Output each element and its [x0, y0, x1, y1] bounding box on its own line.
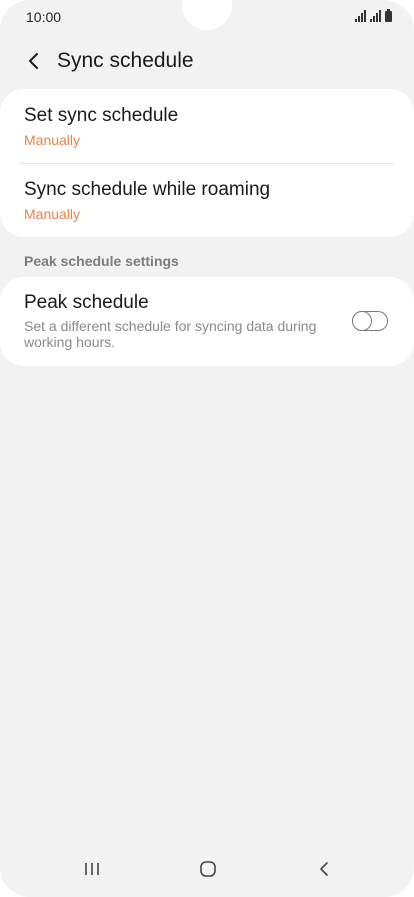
- peak-schedule-toggle[interactable]: [351, 310, 388, 331]
- sync-settings-card: Set sync schedule Manually Sync schedule…: [0, 89, 414, 237]
- divider: [20, 163, 394, 164]
- toggle-knob: [351, 310, 372, 331]
- set-sync-schedule-title: Set sync schedule: [24, 105, 179, 126]
- recents-icon: [85, 863, 99, 875]
- section-header-peak: Peak schedule settings: [24, 253, 179, 269]
- set-sync-schedule-item[interactable]: Set sync schedule Manually: [24, 104, 394, 150]
- peak-schedule-title: Peak schedule: [24, 292, 149, 313]
- nav-back-button[interactable]: [304, 851, 344, 887]
- peak-schedule-item[interactable]: Peak schedule Set a different schedule f…: [24, 291, 334, 350]
- recents-button[interactable]: [72, 851, 112, 887]
- status-bar: 10:00: [0, 0, 414, 34]
- back-icon: [320, 862, 328, 876]
- sync-schedule-roaming-item[interactable]: Sync schedule while roaming Manually: [24, 178, 394, 224]
- status-time: 10:00: [26, 9, 62, 25]
- chevron-left-icon: [29, 53, 38, 69]
- home-icon: [200, 861, 216, 877]
- back-button[interactable]: [20, 47, 48, 75]
- signal-icon: [355, 10, 366, 22]
- peak-schedule-card: Peak schedule Set a different schedule f…: [0, 277, 414, 366]
- phone-screen: 10:00 Sync schedule Set sync schedule Ma…: [0, 0, 414, 897]
- home-button[interactable]: [188, 851, 228, 887]
- peak-schedule-description: Set a different schedule for syncing dat…: [24, 318, 317, 350]
- navigation-bar: [0, 841, 414, 897]
- page-title: Sync schedule: [57, 49, 194, 72]
- sync-schedule-roaming-title: Sync schedule while roaming: [24, 179, 271, 200]
- app-header: Sync schedule: [0, 44, 414, 78]
- set-sync-schedule-value: Manually: [24, 132, 81, 148]
- battery-icon: [385, 9, 392, 22]
- signal-icon: [370, 10, 381, 22]
- sync-schedule-roaming-value: Manually: [24, 206, 81, 222]
- status-icons: [355, 9, 392, 22]
- camera-notch: [182, 0, 232, 30]
